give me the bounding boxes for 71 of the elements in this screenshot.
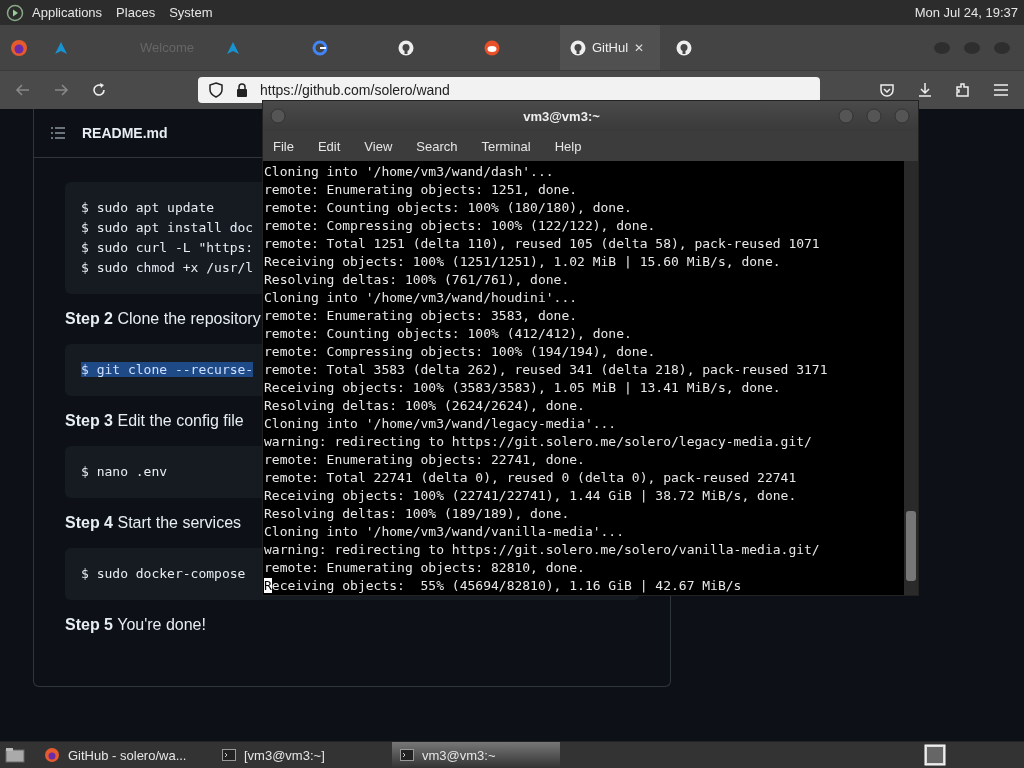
code-line: $ nano .env: [81, 464, 168, 479]
terminal-icon: [222, 749, 236, 761]
terminal-line: remote: Enumerating objects: 3583, done.: [264, 308, 578, 323]
terminal-menu[interactable]: View: [364, 138, 393, 154]
terminal-line: remote: Counting objects: 100% (412/412), done.: [264, 326, 632, 341]
code-line: $ sudo apt update: [81, 200, 215, 215]
terminal-menu[interactable]: Edit: [317, 138, 341, 154]
terminal-line: remote: Enumerating objects: 82810, done.: [264, 560, 585, 575]
puzzle-icon[interactable]: [954, 81, 972, 99]
terminal-line: Cloning into '/home/vm3/wand/houdini'...: [264, 290, 578, 305]
clock: Mon Jul 24, 19:37: [914, 5, 1018, 20]
terminal-line: remote: Counting objects: 100% (180/180), done.: [264, 200, 632, 215]
terminal-line: Resolving deltas: 100% (189/189), done.: [264, 506, 570, 521]
terminal-line: Cloning into '/home/vm3/wand/legacy-media'...: [264, 416, 617, 431]
panel-menu[interactable]: Applications: [32, 5, 103, 20]
octocat-icon: [398, 39, 414, 56]
code-line: $ sudo apt install doc: [81, 220, 254, 235]
terminal-icon: [400, 749, 414, 761]
terminal-line: Cloning into '/home/vm3/wand/dash'...: [264, 164, 554, 179]
show-desktop-icon[interactable]: [4, 746, 26, 764]
code-line: $ sudo curl -L "https:: [81, 240, 254, 255]
taskbar-button[interactable]: vm3@vm3:~: [392, 742, 560, 768]
browser-logo-icon: [44, 747, 60, 763]
terminal-menu[interactable]: Search: [416, 138, 458, 154]
terminal-line: remote: Total 22741 (delta 0), reused 0 (delta 0), pack-reused 22741: [264, 470, 797, 485]
readme-title: README.md: [82, 125, 168, 141]
terminal-menu[interactable]: Terminal: [481, 138, 531, 154]
terminal-line: warning: redirecting to https://git.solero.me/solero/legacy-media.git/: [264, 434, 812, 449]
download-icon[interactable]: [916, 81, 934, 99]
address-bar[interactable]: https://github.com/solero/wand: [198, 77, 820, 103]
terminal-line: Receiving objects: 100% (1251/1251), 1.02 MiB | 15.60 MiB/s, done.: [264, 254, 781, 269]
terminal-line: remote: Total 1251 (delta 110), reused 105 (delta 58), pack-reused 1071: [264, 236, 820, 251]
terminal-title: vm3@vm3:~: [522, 108, 601, 124]
taskbar-button[interactable]: GitHub - solero/wa...: [36, 742, 204, 768]
step-heading: Step 4 Start the services: [65, 514, 242, 531]
triangle-icon: [54, 40, 68, 55]
terminal-line: Resolving deltas: 100% (761/761), done.: [264, 272, 570, 287]
step-heading: Step 2 Clone the repository: [65, 310, 261, 327]
reload-icon[interactable]: [90, 81, 108, 99]
terminal-line: remote: Total 3583 (delta 262), reused 341 (delta 218), pack-reused 3171: [264, 362, 828, 377]
octocat-icon: [676, 39, 692, 56]
menu-icon[interactable]: [992, 81, 1010, 99]
browser-tab[interactable]: GitHul ✕: [560, 25, 660, 70]
browser-logo-icon[interactable]: [10, 38, 28, 57]
code-line: $ sudo chmod +x /usr/l: [81, 260, 254, 275]
octocat-icon: [570, 39, 586, 56]
terminal-line: Receiving objects: 100% (22741/22741), 1.44 GiB | 38.72 MiB/s, done.: [264, 488, 797, 503]
terminal-line: remote: Enumerating objects: 22741, done.: [264, 452, 585, 467]
terminal-menu[interactable]: Help: [554, 138, 582, 154]
code-line: $ sudo docker-compose: [81, 566, 246, 581]
terminal-line: Cloning into '/home/vm3/wand/vanilla-media'...: [264, 524, 625, 539]
terminal-line: remote: Compressing objects: 100% (122/122), done.: [264, 218, 656, 233]
step-heading: Step 3 Edit the config file: [65, 412, 244, 429]
shield-icon: [208, 82, 224, 98]
reddit-icon: [484, 39, 500, 56]
lock-icon: [234, 82, 250, 98]
terminal-menu[interactable]: File: [273, 138, 294, 154]
terminal-line: warning: redirecting to https://git.solero.me/solero/vanilla-media.git/: [264, 542, 820, 557]
menu-logo-icon[interactable]: [6, 3, 24, 22]
list-icon[interactable]: [50, 126, 66, 140]
panel-menu[interactable]: System: [169, 5, 213, 20]
taskbar-button[interactable]: [vm3@vm3:~]: [214, 742, 382, 768]
terminal-line: remote: Compressing objects: 100% (194/194), done.: [264, 344, 656, 359]
terminal-line: Receiving objects: 100% (3583/3583), 1.05 MiB | 13.41 MiB/s, done.: [264, 380, 781, 395]
terminal-line: remote: Enumerating objects: 1251, done.: [264, 182, 578, 197]
terminal-line: Resolving deltas: 100% (2624/2624), done.: [264, 398, 585, 413]
step-heading: Step 5 You're done!: [65, 616, 206, 633]
pocket-icon[interactable]: [878, 81, 896, 99]
workspace-icon[interactable]: [924, 744, 946, 766]
triangle-icon: [226, 40, 240, 55]
panel-menu[interactable]: Places: [116, 5, 156, 20]
